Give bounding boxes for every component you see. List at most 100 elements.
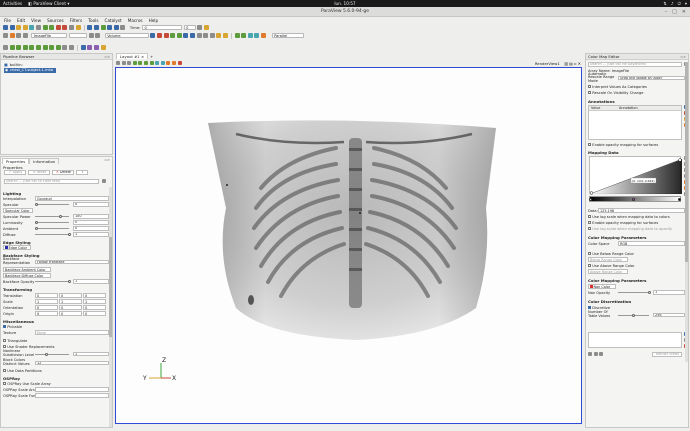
camera-mode-select[interactable]: Parallel [271,32,304,39]
data-value-input[interactable]: 125.198 [598,208,685,213]
minimize-button[interactable]: – [665,9,668,15]
transform-value-field[interactable]: 0 [35,311,58,316]
interpolation-select[interactable]: Gouraud [35,196,109,201]
ruler-icon[interactable] [100,45,106,50]
close-tab-icon[interactable]: × [141,54,144,59]
slider-handle[interactable] [631,313,635,317]
color-point-handle[interactable] [589,198,592,201]
render-view-canvas[interactable]: Z X Y [115,67,582,424]
colormap-scrollbar[interactable] [685,62,688,362]
slider-handle[interactable] [35,203,38,206]
menu-item-filters[interactable]: Filters [70,18,83,23]
subdivision-value[interactable]: 1 [73,351,109,356]
transform-value-field[interactable]: 0 [83,293,106,298]
select-cells-on-icon[interactable] [132,61,137,65]
edit-color-map-icon[interactable] [9,33,15,38]
backface-representation-select[interactable]: Follow Frontface [35,259,109,265]
group-datasets-icon[interactable] [62,45,68,50]
rescale-custom-icon[interactable] [22,33,28,38]
panel-float-close-icon[interactable]: ▫× [105,55,112,59]
toggle-3d-icon[interactable] [121,61,126,65]
slider-handle[interactable] [35,227,38,230]
nan-opacity-slider[interactable] [618,291,651,294]
warp-vector-icon[interactable] [55,45,61,50]
time-inspector-icon[interactable] [197,25,203,30]
menu-item-catalyst[interactable]: Catalyst [105,18,122,23]
interactive-select-icon[interactable] [247,33,253,38]
specular-color-button[interactable]: Specular Color [3,208,109,213]
hover-query-icon[interactable] [254,33,260,38]
render-views-button[interactable]: Render Views [652,352,682,357]
rotate-90-icon[interactable] [203,33,209,38]
isometric-view-icon[interactable] [196,33,202,38]
slider-handle[interactable] [58,215,62,218]
menu-item-macros[interactable]: Macros [128,18,143,23]
clip-icon[interactable] [16,45,22,50]
pipeline-item-selected[interactable]: ◉ chest_CT-subject-1.mha [4,67,56,73]
select-cells-icon[interactable] [234,33,240,38]
properties-search-input[interactable]: Search ... (use Esc to clear text) [4,179,99,184]
backface-ambient-color-button[interactable]: Backface Ambient Color [3,267,109,272]
save-default-icon[interactable] [588,352,592,356]
ospray-scale-array-select[interactable] [35,387,109,392]
menu-item-help[interactable]: Help [149,18,159,23]
clear-selection-icon[interactable] [261,33,267,38]
specular-slider[interactable] [35,203,69,206]
colormap-empty-list[interactable] [588,332,682,348]
slice-icon[interactable] [22,45,28,50]
block-colors-value[interactable]: 12 [35,360,109,366]
save-icon[interactable] [9,25,15,30]
app-menu[interactable]: ◧ ParaView Client ▾ [28,1,69,6]
menu-item-sources[interactable]: Sources [47,18,64,23]
save-state-icon[interactable] [22,25,28,30]
rotate-minus-90-icon[interactable] [209,33,215,38]
backface-opacity-value[interactable]: 1 [73,279,109,284]
view-split-close-icons[interactable]: ▥▤▫✕ [564,61,582,66]
log-opacity-checkbox[interactable]: Use log scale when mapping data to opaci… [588,226,685,231]
set-view-minus-z-icon[interactable] [189,33,195,38]
add-layout-tab-icon[interactable]: + [150,54,153,59]
enable-opacity-checkbox[interactable]: Enable opacity mapping for surfaces [588,142,685,147]
eye-icon[interactable]: ◉ [5,68,8,72]
spreadsheet-icon[interactable] [87,45,93,50]
transform-value-field[interactable]: 1 [83,299,106,304]
contour-icon[interactable] [9,45,15,50]
stream-tracer-icon[interactable] [49,45,55,50]
activities-button[interactable]: Activities [3,1,22,6]
transform-value-field[interactable]: 0 [59,293,82,298]
annotations-table[interactable]: Value Annotation [588,105,682,140]
ambient-value[interactable]: 0 [73,226,109,231]
slider-handle[interactable] [68,280,71,283]
opacity-transfer-function-editor[interactable]: (0: 104; 0.624) [589,156,683,195]
slider-handle[interactable] [35,221,38,224]
pickable-checkbox[interactable]: Pickable [3,324,109,329]
above-range-checkbox[interactable]: Use Above Range Color [588,263,685,268]
macro-icon[interactable] [75,25,81,30]
slider-handle[interactable] [68,233,71,236]
connect-icon[interactable] [29,25,35,30]
last-frame-icon[interactable] [113,25,119,30]
close-button[interactable]: ✕ [682,9,686,15]
open-icon[interactable] [3,25,8,30]
ospray-use-scale-checkbox[interactable]: OSPRay Use Scale Array [3,381,109,386]
previous-frame-icon[interactable] [93,25,99,30]
data-partitions-checkbox[interactable]: Use Data Partitions [3,368,109,373]
clear-selection-icon[interactable] [177,61,182,65]
panel-float-close-icon[interactable]: ▫× [681,55,688,59]
shrink-selection-icon[interactable] [171,61,176,65]
shader-replacements-checkbox[interactable]: Use Shader Replacements [3,344,109,349]
auto-rescale-select[interactable]: Grow and update on 'Apply' [618,75,685,81]
time-value-field[interactable]: 0 [142,24,183,31]
rescale-visible-icon[interactable] [88,33,94,38]
reset-range-icon[interactable] [16,33,22,38]
undo-icon[interactable] [42,25,48,30]
specular-value[interactable]: 0 [73,202,109,207]
next-frame-icon[interactable] [107,25,113,30]
maximize-button[interactable]: □ [672,9,677,15]
specular-power-value[interactable]: 100 [73,214,109,219]
nan-color-button[interactable]: Nan Color [588,284,685,289]
representation-select[interactable]: Volume [104,32,149,39]
animation-view-icon[interactable] [203,25,209,30]
reset-button[interactable]: ↺ Reset [28,170,50,175]
menu-item-view[interactable]: View [31,18,41,23]
